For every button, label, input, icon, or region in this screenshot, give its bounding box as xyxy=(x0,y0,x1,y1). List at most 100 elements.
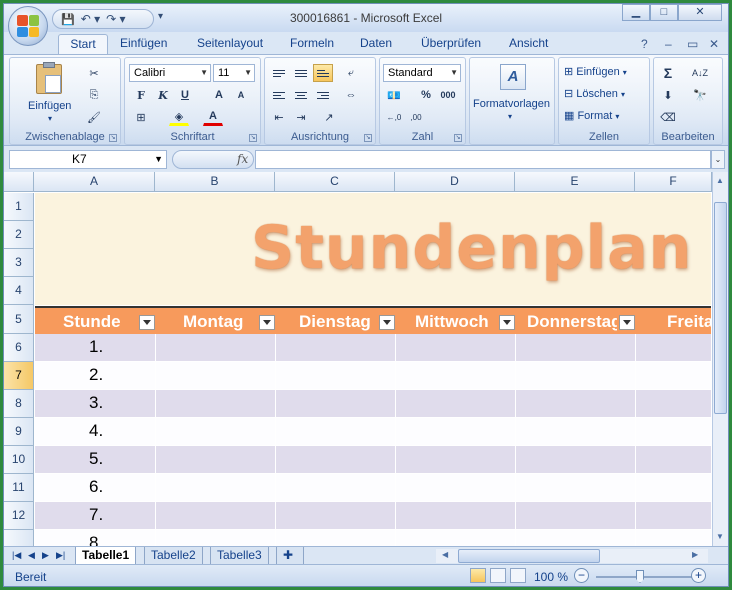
page-layout-view-icon[interactable] xyxy=(490,568,506,583)
maximize-button[interactable]: □ xyxy=(650,4,678,21)
office-button[interactable] xyxy=(8,6,48,46)
align-middle-icon[interactable] xyxy=(291,64,311,82)
align-center-icon[interactable] xyxy=(291,86,311,104)
tab-seitenlayout[interactable]: Seitenlayout xyxy=(197,36,263,50)
scroll-left-icon[interactable]: ◀ xyxy=(442,550,448,559)
sheet-tab-tabelle1[interactable]: Tabelle1 xyxy=(75,547,137,564)
zoom-slider-thumb[interactable] xyxy=(636,570,644,583)
align-right-icon[interactable] xyxy=(313,86,333,104)
currency-icon[interactable]: 💶 xyxy=(384,86,404,104)
increase-decimal-button[interactable]: ←,0 xyxy=(384,108,404,126)
sheet-tab-tabelle3[interactable]: Tabelle3 xyxy=(210,547,269,564)
row-header-12[interactable]: 12 xyxy=(4,502,34,530)
percent-button[interactable]: % xyxy=(416,86,436,104)
horizontal-scroll-thumb[interactable] xyxy=(458,549,600,563)
formula-input[interactable] xyxy=(255,150,711,169)
horizontal-scrollbar[interactable]: ◀ ▶ xyxy=(436,549,708,563)
clipboard-launcher-icon[interactable]: ↘ xyxy=(109,134,117,142)
cut-icon[interactable]: ✂ xyxy=(84,64,104,82)
tab-start[interactable]: Start xyxy=(58,34,108,55)
styles-dropdown-icon[interactable]: ▾ xyxy=(508,112,512,121)
row-header-9[interactable]: 9 xyxy=(4,418,34,446)
thousands-button[interactable]: 000 xyxy=(438,86,458,104)
sheet-tab-tabelle2[interactable]: Tabelle2 xyxy=(144,547,203,564)
column-header-f[interactable]: F xyxy=(635,172,712,192)
autosum-button[interactable]: Σ xyxy=(658,64,678,82)
zoom-out-icon[interactable]: − xyxy=(574,568,589,583)
paste-button[interactable]: Einfügen xyxy=(28,100,71,112)
copy-icon[interactable]: ⎘ xyxy=(84,86,104,104)
insert-function-button[interactable]: fx xyxy=(237,152,248,166)
row-header-3[interactable]: 3 xyxy=(4,249,34,277)
align-top-icon[interactable] xyxy=(269,64,289,82)
workbook-close-button[interactable]: ✕ xyxy=(709,37,719,51)
number-format-select[interactable]: Standard ▼ xyxy=(383,64,461,82)
column-header-c[interactable]: C xyxy=(275,172,395,192)
increase-indent-icon[interactable]: ⇥ xyxy=(291,108,311,126)
row-header-6[interactable]: 6 xyxy=(4,334,34,362)
customize-qat-button[interactable]: ▾ xyxy=(158,11,163,22)
font-color-button[interactable]: A xyxy=(203,108,223,126)
delete-cells-button[interactable]: ⊟ Löschen ▾ xyxy=(564,87,625,100)
orientation-icon[interactable]: ↗ xyxy=(319,108,339,126)
tab-ansicht[interactable]: Ansicht xyxy=(509,36,548,50)
filter-dropdown-icon[interactable] xyxy=(139,315,155,330)
select-all-button[interactable] xyxy=(4,172,34,192)
row-header-8[interactable]: 8 xyxy=(4,390,34,418)
scroll-up-icon[interactable]: ▲ xyxy=(716,176,724,185)
table-row[interactable]: 4. xyxy=(35,418,711,446)
row-header-2[interactable]: 2 xyxy=(4,221,34,249)
header-donnerstag[interactable]: Donnerstag xyxy=(527,308,617,334)
sort-filter-button[interactable]: A↓Z xyxy=(690,64,710,82)
scroll-down-icon[interactable]: ▼ xyxy=(716,532,724,541)
fill-color-icon[interactable]: ◈ xyxy=(169,108,189,126)
zoom-slider[interactable] xyxy=(596,576,696,578)
filter-dropdown-icon[interactable] xyxy=(499,315,515,330)
vertical-scrollbar[interactable]: ▲ ▼ xyxy=(712,172,728,546)
table-row[interactable]: 6. xyxy=(35,474,711,502)
first-sheet-icon[interactable]: |◀ xyxy=(12,550,21,561)
filter-dropdown-icon[interactable] xyxy=(259,315,275,330)
grow-font-button[interactable]: A xyxy=(209,86,229,104)
zoom-in-icon[interactable]: + xyxy=(691,568,706,583)
paste-dropdown-icon[interactable]: ▾ xyxy=(48,114,52,123)
last-sheet-icon[interactable]: ▶| xyxy=(56,550,65,561)
filter-dropdown-icon[interactable] xyxy=(619,315,635,330)
shrink-font-button[interactable]: A xyxy=(231,86,251,104)
filter-dropdown-icon[interactable] xyxy=(379,315,395,330)
header-mittwoch[interactable]: Mittwoch xyxy=(415,308,499,334)
column-header-d[interactable]: D xyxy=(395,172,515,192)
workbook-minimize-button[interactable]: – xyxy=(665,37,672,51)
align-left-icon[interactable] xyxy=(269,86,289,104)
next-sheet-icon[interactable]: ▶ xyxy=(42,550,49,561)
table-row[interactable]: 2. xyxy=(35,362,711,390)
table-row[interactable]: 8. xyxy=(35,530,711,546)
save-icon[interactable]: 💾 xyxy=(61,13,75,26)
name-box[interactable]: K7 ▼ xyxy=(9,150,167,169)
wrap-text-icon[interactable]: ⤶ xyxy=(341,64,361,82)
header-dienstag[interactable]: Dienstag xyxy=(299,308,389,334)
format-painter-icon[interactable]: 🖌 xyxy=(84,108,104,126)
row-header-10[interactable]: 10 xyxy=(4,446,34,474)
minimize-button[interactable]: ▁ xyxy=(622,4,650,21)
close-button[interactable]: ✕ xyxy=(678,4,722,21)
align-bottom-icon[interactable] xyxy=(313,64,333,82)
border-icon[interactable]: ⊞ xyxy=(131,108,151,126)
row-header-11[interactable]: 11 xyxy=(4,474,34,502)
tab-einfuegen[interactable]: Einfügen xyxy=(120,36,167,50)
italic-button[interactable]: K xyxy=(153,86,173,104)
column-header-a[interactable]: A xyxy=(34,172,155,192)
alignment-launcher-icon[interactable]: ↘ xyxy=(364,134,372,142)
number-launcher-icon[interactable]: ↘ xyxy=(454,134,462,142)
vertical-scroll-thumb[interactable] xyxy=(714,202,727,414)
scroll-right-icon[interactable]: ▶ xyxy=(692,550,698,559)
row-header-1[interactable]: 1 xyxy=(4,193,34,221)
fill-icon[interactable]: ⬇ xyxy=(658,86,678,104)
zoom-level[interactable]: 100 % xyxy=(534,570,568,584)
tab-formeln[interactable]: Formeln xyxy=(290,36,334,50)
undo-button[interactable]: ↶ ▾ xyxy=(81,12,100,26)
column-header-b[interactable]: B xyxy=(155,172,275,192)
insert-cells-button[interactable]: ⊞ Einfügen ▾ xyxy=(564,65,627,78)
insert-sheet-icon[interactable]: ✚ xyxy=(276,547,304,564)
redo-button[interactable]: ↷ ▾ xyxy=(106,12,125,26)
